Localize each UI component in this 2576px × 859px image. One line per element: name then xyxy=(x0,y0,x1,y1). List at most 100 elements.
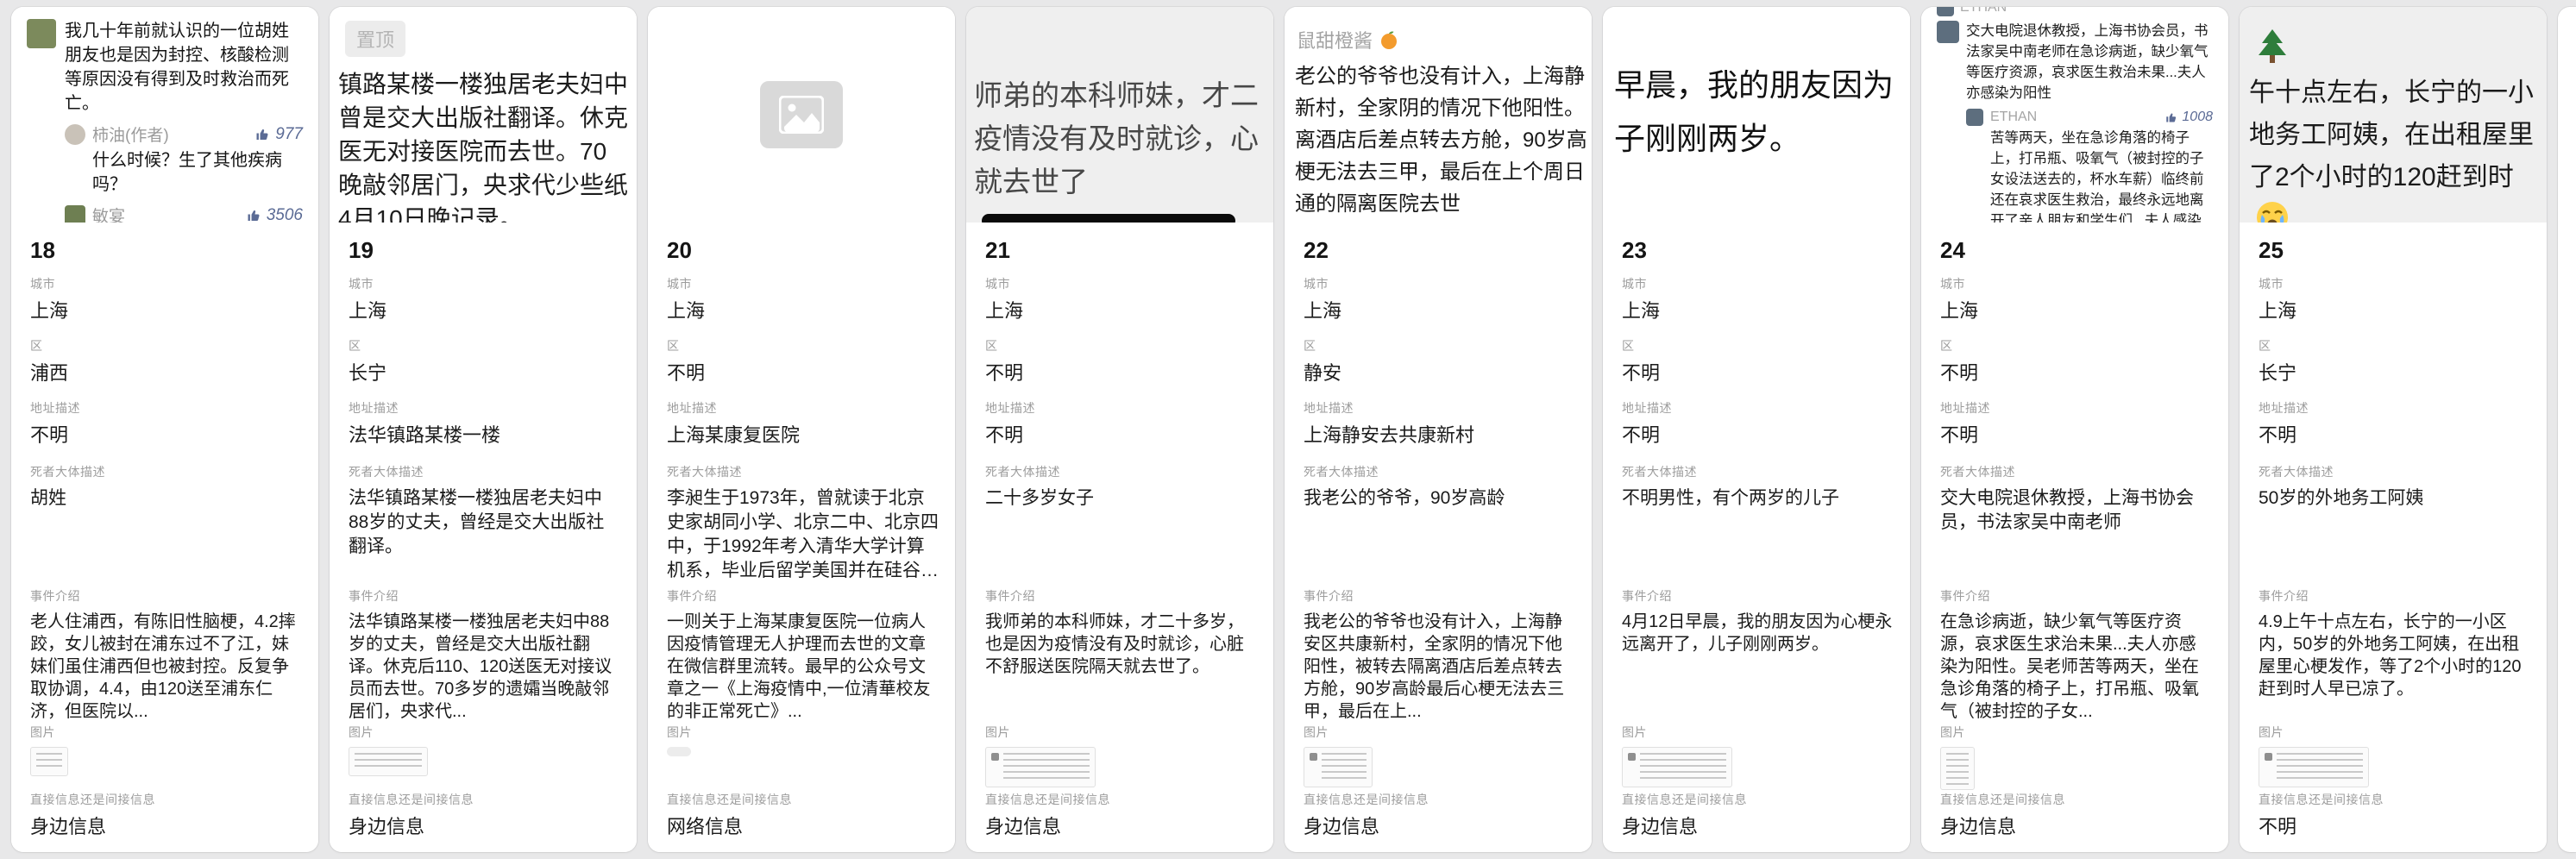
image-thumbnail[interactable] xyxy=(30,747,68,776)
field-value-info-type: 身边信息 xyxy=(349,814,621,840)
field-value-district: 长宁 xyxy=(349,361,621,386)
field-label-event: 事件介绍 xyxy=(349,588,621,604)
pinned-badge: 置顶 xyxy=(345,21,405,57)
field-label-image: 图片 xyxy=(667,724,939,740)
field-value-city: 上海 xyxy=(1622,298,1894,324)
like-count: 1008 xyxy=(2165,110,2213,125)
image-thumbnail[interactable] xyxy=(1622,747,1732,787)
reply: ETHAN 1008 苦等两天，坐在急诊角落的椅子上，打吊瓶、吸氧气（被封控的子… xyxy=(1966,109,2213,223)
record-card-22[interactable]: 鼠甜橙酱 老公的爷爷也没有计入，上海静 新村，全家阴的情况下他阳性。 离酒店后差… xyxy=(1285,7,1592,852)
field-value-info-type: 身边信息 xyxy=(1304,814,1576,840)
source-screenshot: 鼠甜橙酱 老公的爷爷也没有计入，上海静 新村，全家阴的情况下他阳性。 离酒店后差… xyxy=(1285,7,1592,223)
field-label-deceased: 死者大体描述 xyxy=(667,464,939,480)
field-label-event: 事件介绍 xyxy=(30,588,303,604)
field-label-image: 图片 xyxy=(2259,724,2531,740)
field-value-district: 浦西 xyxy=(30,361,303,386)
tree-icon xyxy=(2255,28,2531,70)
image-thumbnail[interactable] xyxy=(1940,747,1975,790)
field-value-deceased: 50岁的外地务工阿姨 xyxy=(2259,486,2531,511)
record-card-24[interactable]: ETHAN 交大电院退休教授，上海书协会员，书法家吴中南老师在急诊病逝，缺少氧气… xyxy=(1921,7,2228,852)
field-label-address: 地址描述 xyxy=(2259,400,2531,416)
field-value-district: 不明 xyxy=(1622,361,1894,386)
field-label-deceased: 死者大体描述 xyxy=(985,464,1258,480)
image-thumbnail[interactable] xyxy=(2259,747,2369,787)
field-value-city: 上海 xyxy=(2259,298,2531,324)
field-label-info-type: 直接信息还是间接信息 xyxy=(1940,792,2213,807)
record-card-20[interactable]: 20 城市上海 区不明 地址描述上海某康复医院 死者大体描述李昶生于1973年，… xyxy=(648,7,955,852)
field-label-city: 城市 xyxy=(667,276,939,292)
image-thumbnail[interactable] xyxy=(349,747,428,776)
field-value-district: 不明 xyxy=(1940,361,2213,386)
card-number: 25 xyxy=(2259,237,2284,263)
field-value-city: 上海 xyxy=(985,298,1258,324)
record-card-18[interactable]: 我几十年前就认识的一位胡姓朋友也是因为封控、核酸检测等原因没有得到及时救治而死亡… xyxy=(11,7,318,852)
field-value-event: 我老公的爷爷也没有计入，上海静安区共康新村，全家阴的情况下他阳性，被转去隔离酒店… xyxy=(1304,611,1576,723)
card-number: 23 xyxy=(1622,237,1647,263)
field-value-city: 上海 xyxy=(349,298,621,324)
reply: 柿油(作者) 977 什么时候？生了其他疾病吗？ xyxy=(65,122,303,197)
source-screenshot: ETHAN 交大电院退休教授，上海书协会员，书法家吴中南老师在急诊病逝，缺少氧气… xyxy=(1921,7,2228,223)
reply-author: 敏宴 xyxy=(92,204,125,223)
field-label-address: 地址描述 xyxy=(30,400,303,416)
field-label-city: 城市 xyxy=(30,276,303,292)
field-value-city: 上海 xyxy=(1304,298,1576,324)
field-label-image: 图片 xyxy=(1304,724,1576,740)
field-label-info-type: 直接信息还是间接信息 xyxy=(30,792,303,807)
thumb-up-icon xyxy=(247,208,262,223)
post-author: 鼠甜橙酱 xyxy=(1297,26,1576,53)
field-label-image: 图片 xyxy=(30,724,303,740)
record-card-23[interactable]: 早晨，我的朋友因为 子刚刚两岁。 23 城市上海 区不明 地址描述不明 死者大体… xyxy=(1603,7,1910,852)
field-label-district: 区 xyxy=(1304,338,1576,354)
image-thumbnail[interactable] xyxy=(985,747,1096,787)
field-label-city: 城市 xyxy=(1622,276,1894,292)
field-value-address: 不明 xyxy=(985,423,1258,448)
card-number: 18 xyxy=(30,237,55,263)
field-label-district: 区 xyxy=(985,338,1258,354)
field-label-event: 事件介绍 xyxy=(2259,588,2531,604)
field-value-info-type: 身边信息 xyxy=(1940,814,2213,840)
field-label-deceased: 死者大体描述 xyxy=(1622,464,1894,480)
field-label-info-type: 直接信息还是间接信息 xyxy=(667,792,939,807)
broken-image-icon xyxy=(760,81,843,148)
field-label-address: 地址描述 xyxy=(1940,400,2213,416)
field-label-deceased: 死者大体描述 xyxy=(1940,464,2213,480)
record-card-25[interactable]: 午十点左右，长宁的一小 地务工阿姨，在出租屋里 了2个小时的120赶到时 25 … xyxy=(2240,7,2547,852)
field-label-district: 区 xyxy=(1622,338,1894,354)
thumb-up-icon xyxy=(255,127,271,142)
field-label-info-type: 直接信息还是间接信息 xyxy=(1622,792,1894,807)
source-screenshot: 置顶 镇路某楼一楼独居老夫妇中 曾是交大出版社翻译。休克 医无对接医院而去世。7… xyxy=(330,7,637,223)
field-label-image: 图片 xyxy=(985,724,1258,740)
redaction-bar xyxy=(982,214,1235,223)
image-thumbnail[interactable] xyxy=(1304,747,1373,787)
field-label-image: 图片 xyxy=(349,724,621,740)
partial-card[interactable] xyxy=(2558,7,2576,852)
source-screenshot: 我几十年前就认识的一位胡姓朋友也是因为封控、核酸检测等原因没有得到及时救治而死亡… xyxy=(11,7,318,223)
field-label-address: 地址描述 xyxy=(667,400,939,416)
field-label-address: 地址描述 xyxy=(985,400,1258,416)
reply: 敏宴 3506 老人住浦西，有陈旧性脑梗，4.2摔跤，女儿被封在浦东过不了江，妹… xyxy=(65,204,303,223)
image-thumbnail[interactable] xyxy=(667,747,691,756)
field-label-event: 事件介绍 xyxy=(1622,588,1894,604)
comment-text: 交大电院退休教授，上海书协会员，书法家吴中南老师在急诊病逝，缺少氧气等医疗资源，… xyxy=(1966,21,2213,103)
crying-face-icon xyxy=(2255,200,2531,223)
record-card-21[interactable]: 师弟的本科师妹，才二 疫情没有及时就诊，心 就去世了 21 城市上海 区不明 地… xyxy=(966,7,1273,852)
card-number: 21 xyxy=(985,237,1010,263)
field-label-deceased: 死者大体描述 xyxy=(30,464,303,480)
field-label-district: 区 xyxy=(2259,338,2531,354)
avatar xyxy=(27,19,56,48)
field-value-address: 上海静安去共康新村 xyxy=(1304,423,1576,448)
field-value-address: 上海某康复医院 xyxy=(667,423,939,448)
field-label-district: 区 xyxy=(667,338,939,354)
field-label-city: 城市 xyxy=(2259,276,2531,292)
field-value-info-type: 不明 xyxy=(2259,814,2531,840)
field-label-city: 城市 xyxy=(1304,276,1576,292)
field-label-event: 事件介绍 xyxy=(667,588,939,604)
field-label-deceased: 死者大体描述 xyxy=(349,464,621,480)
field-label-info-type: 直接信息还是间接信息 xyxy=(349,792,621,807)
record-card-19[interactable]: 置顶 镇路某楼一楼独居老夫妇中 曾是交大出版社翻译。休克 医无对接医院而去世。7… xyxy=(330,7,637,852)
card-number: 20 xyxy=(667,237,692,263)
field-label-event: 事件介绍 xyxy=(985,588,1258,604)
field-label-info-type: 直接信息还是间接信息 xyxy=(985,792,1258,807)
field-label-city: 城市 xyxy=(1940,276,2213,292)
field-value-city: 上海 xyxy=(1940,298,2213,324)
